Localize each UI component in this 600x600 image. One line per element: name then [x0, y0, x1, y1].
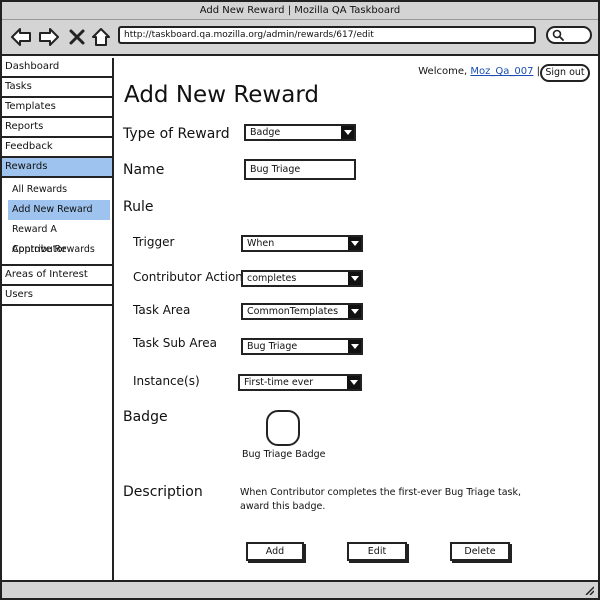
task-area-value: CommonTemplates [247, 306, 339, 317]
main-content: Welcome, Moz_Qa_007 | Sign out Add New R… [116, 58, 600, 580]
description-label: Description [123, 484, 203, 500]
rewards-submenu: All Rewards Add New Reward Reward A Cont… [2, 178, 112, 266]
badge-image-placeholder[interactable] [266, 410, 300, 446]
badge-caption: Bug Triage Badge [242, 449, 326, 460]
name-input[interactable]: Bug Triage [244, 159, 356, 180]
task-sub-area-value: Bug Triage [247, 341, 298, 352]
instances-select[interactable]: First-time ever [238, 374, 362, 391]
sidebar-item-feedback[interactable]: Feedback [2, 138, 112, 158]
sidebar-item-tasks[interactable]: Tasks [2, 78, 112, 98]
address-bar[interactable]: http://taskboard.qa.mozilla.org/admin/re… [118, 26, 536, 44]
search-field[interactable] [546, 26, 592, 44]
task-area-label: Task Area [133, 303, 191, 317]
sidebar: Dashboard Tasks Templates Reports Feedba… [2, 58, 114, 580]
name-label: Name [123, 162, 165, 178]
trigger-value: When [247, 238, 275, 249]
resize-grip-icon[interactable] [584, 585, 594, 595]
username-link[interactable]: Moz_Qa_007 [470, 66, 533, 77]
badge-label: Badge [123, 409, 168, 425]
sidebar-item-templates[interactable]: Templates [2, 98, 112, 118]
welcome-area: Welcome, Moz_Qa_007 | [418, 66, 540, 77]
sidebar-item-users[interactable]: Users [2, 286, 112, 306]
sidebar-item-rewards[interactable]: Rewards [2, 158, 112, 178]
add-button[interactable]: Add [246, 542, 304, 561]
sidebar-subitem-approve-rewards[interactable]: Approve Rewards [2, 240, 112, 260]
page-title: Add New Reward [124, 82, 319, 108]
sidebar-subitem-reward-contributor[interactable]: Reward A Contributor [2, 220, 112, 255]
sidebar-item-reports[interactable]: Reports [2, 118, 112, 138]
contributor-action-label: Contributor Action [133, 270, 243, 284]
edit-button[interactable]: Edit [347, 542, 407, 561]
chevron-down-icon [347, 376, 360, 389]
stop-x-icon[interactable] [66, 26, 88, 48]
browser-window: Add New Reward | Mozilla QA Taskboard ht… [0, 0, 600, 600]
search-icon [552, 29, 564, 41]
sign-out-button[interactable]: Sign out [540, 64, 590, 82]
chevron-down-icon [348, 305, 361, 318]
task-area-select[interactable]: CommonTemplates [241, 303, 363, 320]
trigger-select[interactable]: When [241, 235, 363, 252]
chevron-down-icon [348, 340, 361, 353]
contributor-action-select[interactable]: completes [241, 270, 363, 287]
type-of-reward-value: Badge [250, 127, 281, 138]
rule-label: Rule [123, 199, 154, 215]
sidebar-subitem-all-rewards[interactable]: All Rewards [2, 180, 112, 200]
welcome-text: Welcome, [418, 66, 468, 77]
contributor-action-value: completes [247, 273, 297, 284]
type-of-reward-select[interactable]: Badge [244, 124, 356, 141]
instances-label: Instance(s) [133, 374, 200, 388]
home-icon[interactable] [90, 26, 112, 48]
sidebar-subitem-add-new-reward[interactable]: Add New Reward [8, 200, 110, 220]
chevron-down-icon [348, 237, 361, 250]
back-arrow-icon[interactable] [10, 26, 32, 48]
browser-toolbar: http://taskboard.qa.mozilla.org/admin/re… [2, 20, 598, 56]
status-bar [2, 580, 598, 598]
task-sub-area-label: Task Sub Area [133, 336, 217, 350]
trigger-label: Trigger [133, 235, 175, 249]
sidebar-item-areas-of-interest[interactable]: Areas of Interest [2, 266, 112, 286]
chevron-down-icon [341, 126, 354, 139]
task-sub-area-select[interactable]: Bug Triage [241, 338, 363, 355]
sidebar-item-dashboard[interactable]: Dashboard [2, 58, 112, 78]
description-text: When Contributor completes the first-eve… [240, 487, 522, 512]
type-of-reward-label: Type of Reward [123, 126, 230, 142]
instances-value: First-time ever [244, 377, 314, 388]
chevron-down-icon [348, 272, 361, 285]
window-title: Add New Reward | Mozilla QA Taskboard [2, 2, 598, 20]
forward-arrow-icon[interactable] [38, 26, 60, 48]
delete-button[interactable]: Delete [450, 542, 510, 561]
